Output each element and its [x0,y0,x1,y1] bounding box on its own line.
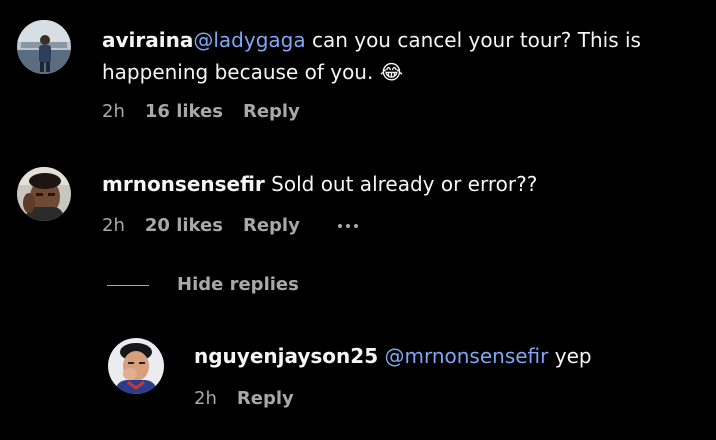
comment-text: Sold out already or error?? [264,172,538,196]
username-mrnonsensefir[interactable]: mrnonsensefir [102,172,265,196]
username-aviraina[interactable]: aviraina [102,28,193,52]
comment-text-line2: happening because of you. 😂 [102,60,404,84]
divider-line [107,284,149,286]
reply-body-nguyenjayson25: nguyenjayson25 @mrnonsensefir yep [194,340,704,372]
timestamp: 2h [194,388,217,409]
reply-button[interactable]: Reply [243,214,300,238]
reply-meta-nguyenjayson25: 2h Reply [194,387,294,411]
more-horizontal-icon[interactable] [337,214,358,238]
avatar-nguyenjayson25[interactable] [108,338,164,394]
timestamp: 2h [102,101,125,122]
reply-button[interactable]: Reply [237,387,294,411]
timestamp: 2h [102,215,125,236]
likes-count[interactable]: 20 likes [145,214,223,238]
hide-replies-button[interactable]: Hide replies [107,273,299,297]
username-nguyenjayson25[interactable]: nguyenjayson25 [194,344,378,368]
hide-replies-label: Hide replies [177,274,299,295]
avatar-mrnonsensefir[interactable] [17,167,71,221]
mention-mrnonsensefir[interactable]: @mrnonsensefir [384,344,548,368]
comment-body-mrnonsensefir: mrnonsensefir Sold out already or error?… [102,168,702,200]
comment-body-aviraina: aviraina@ladygaga can you cancel your to… [102,24,702,88]
likes-count[interactable]: 16 likes [145,100,223,124]
mention-ladygaga[interactable]: @ladygaga [193,28,305,52]
comment-text: can you cancel your tour? This is [305,28,641,52]
comment-meta-aviraina: 2h 16 likes Reply [102,100,300,124]
comment-meta-mrnonsensefir: 2h 20 likes Reply [102,214,358,238]
avatar-aviraina[interactable] [17,20,71,74]
reply-button[interactable]: Reply [243,100,300,124]
reply-text: yep [548,344,592,368]
